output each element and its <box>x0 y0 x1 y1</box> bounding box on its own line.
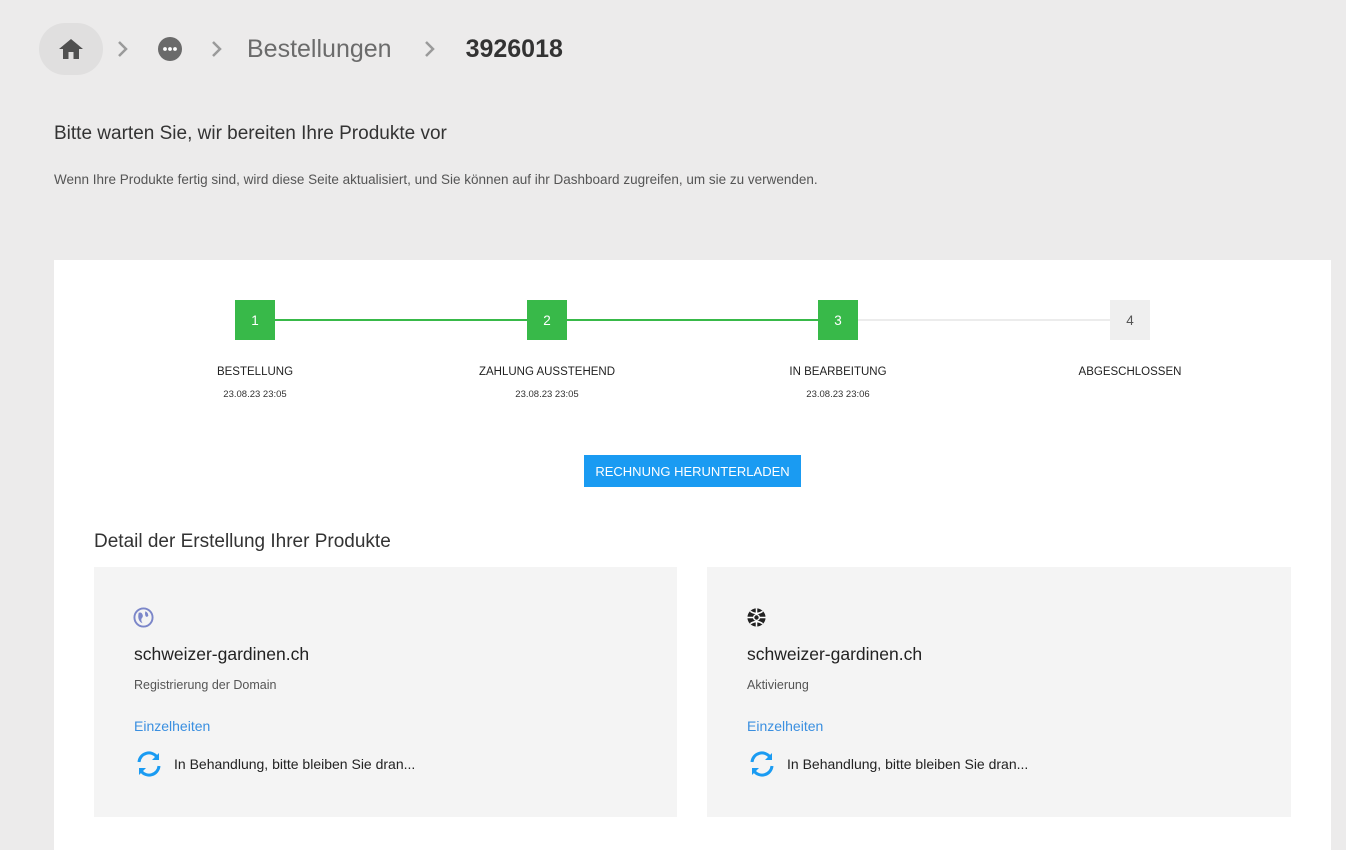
product-status: In Behandlung, bitte bleiben Sie dran... <box>134 749 415 779</box>
globe-icon <box>133 607 154 628</box>
product-card: schweizer-gardinen.ch Aktivierung Einzel… <box>707 567 1291 817</box>
product-status-text: In Behandlung, bitte bleiben Sie dran... <box>787 756 1029 772</box>
page-subtitle: Wenn Ihre Produkte fertig sind, wird die… <box>54 172 818 187</box>
product-type: Registrierung der Domain <box>134 678 277 692</box>
sync-icon <box>750 751 774 777</box>
product-domain-name: schweizer-gardinen.ch <box>134 644 310 664</box>
product-details-link[interactable]: Einzelheiten <box>747 718 823 734</box>
step-1-label: BESTELLUNG <box>216 366 294 378</box>
step-1-marker: 1 <box>235 300 275 340</box>
sync-icon <box>137 751 161 777</box>
product-status: In Behandlung, bitte bleiben Sie dran... <box>747 749 1028 779</box>
download-invoice-button[interactable]: RECHNUNG HERUNTERLADEN <box>584 455 801 487</box>
product-details-heading: Detail der Erstellung Ihrer Produkte <box>94 531 391 552</box>
step-2-date: 23.08.23 23:05 <box>515 389 579 400</box>
step-3-marker: 3 <box>818 300 858 340</box>
breadcrumb-orders-link[interactable]: Bestellungen <box>247 35 392 64</box>
step-2-label: ZAHLUNG AUSSTEHEND <box>478 366 616 378</box>
product-card: schweizer-gardinen.ch Registrierung der … <box>94 567 677 817</box>
step-2-marker: 2 <box>527 300 567 340</box>
home-icon <box>59 39 83 59</box>
step-3-date: 23.08.23 23:06 <box>806 389 870 400</box>
page-title: Bitte warten Sie, wir bereiten Ihre Prod… <box>54 123 447 144</box>
product-details-link[interactable]: Einzelheiten <box>134 718 210 734</box>
order-progress-card: 1 2 3 4 BESTELLUNG ZAHLUNG AUSSTEHEND IN… <box>54 260 1331 850</box>
progress-line-done <box>275 319 527 321</box>
step-3-label: IN BEARBEITUNG <box>789 366 887 378</box>
progress-line-pending <box>858 319 1110 321</box>
product-type: Aktivierung <box>747 678 809 692</box>
chevron-right-icon <box>420 39 440 59</box>
more-dots-icon <box>158 37 182 61</box>
step-4-marker: 4 <box>1110 300 1150 340</box>
home-button[interactable] <box>39 23 103 75</box>
product-domain-name: schweizer-gardinen.ch <box>747 644 923 664</box>
breadcrumb-current-order: 3926018 <box>465 34 563 63</box>
web-activation-icon <box>747 608 766 627</box>
chevron-right-icon <box>207 39 227 59</box>
step-1-date: 23.08.23 23:05 <box>223 389 287 400</box>
step-4-label: ABGESCHLOSSEN <box>1078 366 1182 378</box>
more-crumbs-button[interactable] <box>157 36 183 62</box>
progress-line-done <box>567 319 818 321</box>
chevron-right-icon <box>113 39 133 59</box>
product-status-text: In Behandlung, bitte bleiben Sie dran... <box>174 756 416 772</box>
breadcrumb: Bestellungen 3926018 <box>39 23 563 75</box>
